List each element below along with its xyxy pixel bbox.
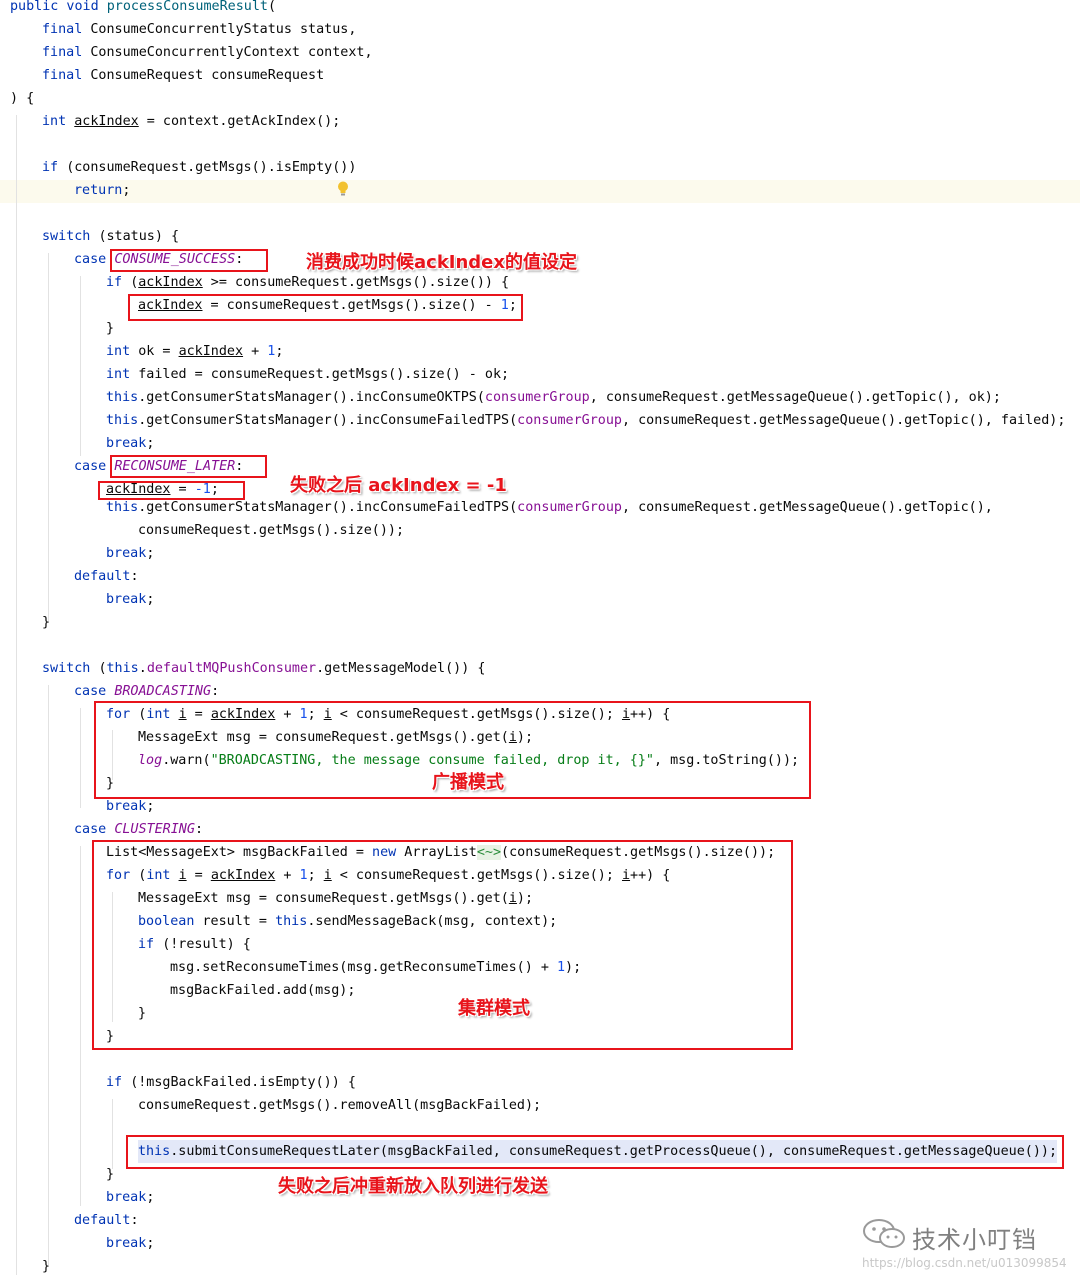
highlight-box-clustering <box>92 840 793 1050</box>
indent-guide <box>48 253 49 623</box>
indent-guide <box>80 846 81 1206</box>
code-line: int failed = consumeRequest.getMsgs().si… <box>106 367 510 382</box>
code-line: switch (status) { <box>42 229 180 244</box>
code-line: break; <box>106 1190 155 1205</box>
indent-guide <box>48 685 49 1265</box>
code-line: } <box>42 1259 51 1274</box>
code-line: switch (this.defaultMQPushConsumer.getMe… <box>42 661 486 676</box>
code-line: if (consumeRequest.getMsgs().isEmpty()) <box>42 160 357 175</box>
watermark-url: https://blog.csdn.net/u013099854 <box>862 1256 1067 1270</box>
code-line: this.getConsumerStatsManager().incConsum… <box>106 413 1066 428</box>
code-line: int ackIndex = context.getAckIndex(); <box>42 114 341 129</box>
annotation-broadcast: 广播模式 <box>432 772 504 793</box>
code-line: default: <box>74 569 139 584</box>
highlight-box-consume-success <box>110 249 268 272</box>
code-line: public void processConsumeResult( <box>10 0 277 14</box>
code-line: break; <box>106 436 155 451</box>
indent-guide <box>80 708 81 808</box>
indent-guide <box>80 276 81 456</box>
highlight-box-ack-minus <box>98 481 245 500</box>
lightbulb-icon[interactable] <box>337 181 349 196</box>
code-line: int ok = ackIndex + 1; <box>106 344 284 359</box>
watermark: 技术小叮铛 <box>862 1214 1072 1254</box>
code-line: break; <box>106 546 155 561</box>
code-line: break; <box>106 1236 155 1251</box>
code-editor[interactable]: public void processConsumeResult( final … <box>0 0 1080 1282</box>
annotation-resend: 失败之后冲重新放入队列进行发送 <box>278 1176 548 1197</box>
indent-guide <box>112 1099 113 1169</box>
code-line: this.getConsumerStatsManager().incConsum… <box>106 390 1001 405</box>
code-line: final ConsumeConcurrentlyContext context… <box>42 45 373 60</box>
highlight-box-submit-later <box>126 1135 1064 1169</box>
code-line: final ConsumeConcurrentlyStatus status, <box>42 22 357 37</box>
current-line-highlight <box>0 180 1080 203</box>
code-line: default: <box>74 1213 139 1228</box>
code-line: } <box>42 615 51 630</box>
indent-guide <box>16 115 17 1275</box>
annotation-cluster: 集群模式 <box>458 998 530 1019</box>
code-line: consumeRequest.getMsgs().size()); <box>138 523 405 538</box>
watermark-account: 技术小叮铛 <box>912 1226 1037 1254</box>
annotation-success: 消费成功时候ackIndex的值设定 <box>306 252 578 273</box>
highlight-box-ack-assign <box>128 294 523 321</box>
code-line: } <box>106 321 115 336</box>
code-line: case CLUSTERING: <box>74 822 203 837</box>
wechat-icon <box>863 1219 905 1248</box>
code-line: consumeRequest.getMsgs().removeAll(msgBa… <box>138 1098 542 1113</box>
code-line: break; <box>106 592 155 607</box>
code-line: if (ackIndex >= consumeRequest.getMsgs()… <box>106 275 510 290</box>
code-line: } <box>106 1167 115 1182</box>
code-line: if (!msgBackFailed.isEmpty()) { <box>106 1075 356 1090</box>
code-line: final ConsumeRequest consumeRequest <box>42 68 325 83</box>
code-line: ) { <box>10 91 35 106</box>
annotation-failure: 失败之后 ackIndex = -1 <box>290 475 507 496</box>
code-line: return; <box>74 183 131 198</box>
code-line: case BROADCASTING: <box>74 684 220 699</box>
highlight-box-reconsume-later <box>110 455 267 478</box>
